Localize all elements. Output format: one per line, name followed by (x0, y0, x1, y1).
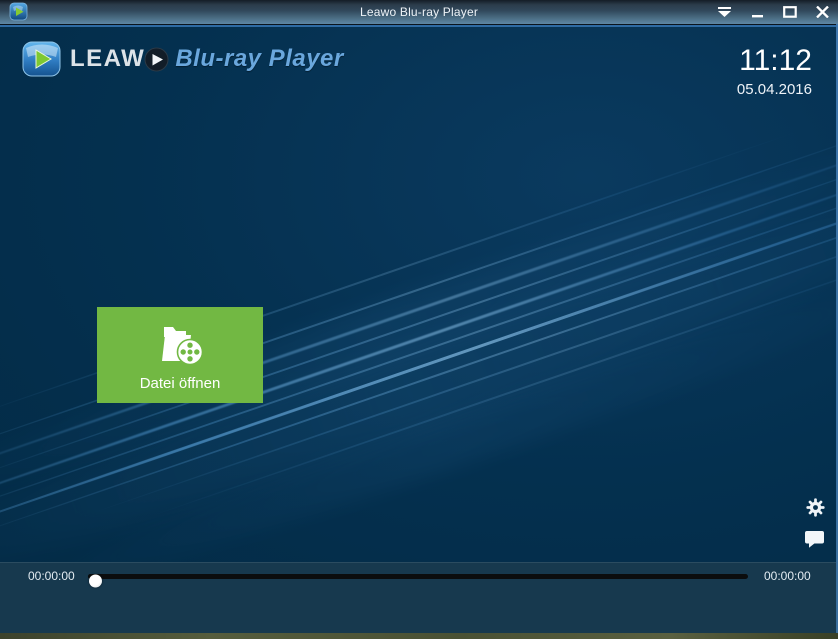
window-title: Leawo Blu-ray Player (0, 5, 838, 19)
total-time: 00:00:00 (764, 569, 811, 583)
maximize-button[interactable] (780, 4, 800, 20)
logo-product-name: Blu-ray Player (175, 45, 343, 73)
app-logo: LEAW Blu-ray Player (22, 40, 344, 78)
elapsed-time: 00:00:00 (28, 569, 75, 583)
gear-icon (806, 498, 825, 517)
open-file-icon (152, 323, 208, 367)
feedback-button[interactable] (804, 530, 825, 551)
window-controls (714, 0, 832, 24)
logo-wordmark: LEAW (70, 45, 145, 73)
minimize-button[interactable] (748, 4, 767, 20)
titlebar[interactable]: Leawo Blu-ray Player (0, 0, 838, 24)
speech-bubble-icon (804, 530, 825, 548)
seek-handle[interactable] (89, 574, 102, 587)
clock: 11:12 05.04.2016 (737, 45, 812, 98)
clock-date: 05.04.2016 (737, 81, 812, 98)
background-streaks (0, 27, 838, 562)
maximize-icon (783, 6, 797, 18)
seek-slider[interactable] (88, 570, 748, 583)
menu-button[interactable] (714, 5, 735, 19)
close-button[interactable] (813, 4, 832, 20)
leawo-o-icon (144, 47, 169, 72)
menu-chevron-icon (717, 7, 732, 17)
close-icon (816, 6, 829, 18)
minimize-icon (751, 6, 764, 18)
leawo-logo-icon (22, 40, 62, 78)
settings-button[interactable] (806, 498, 825, 520)
desktop-edge (0, 633, 838, 639)
seek-track (88, 574, 748, 579)
clock-time: 11:12 (737, 45, 812, 77)
app-window: Leawo Blu-ray Player (0, 0, 838, 639)
open-file-label: Datei öffnen (140, 375, 221, 392)
main-area: LEAW Blu-ray Player 11:12 05.04.2016 (0, 27, 838, 562)
open-file-button[interactable]: Datei öffnen (97, 307, 263, 403)
control-bar: 00:00:00 00:00:00 (0, 562, 838, 633)
